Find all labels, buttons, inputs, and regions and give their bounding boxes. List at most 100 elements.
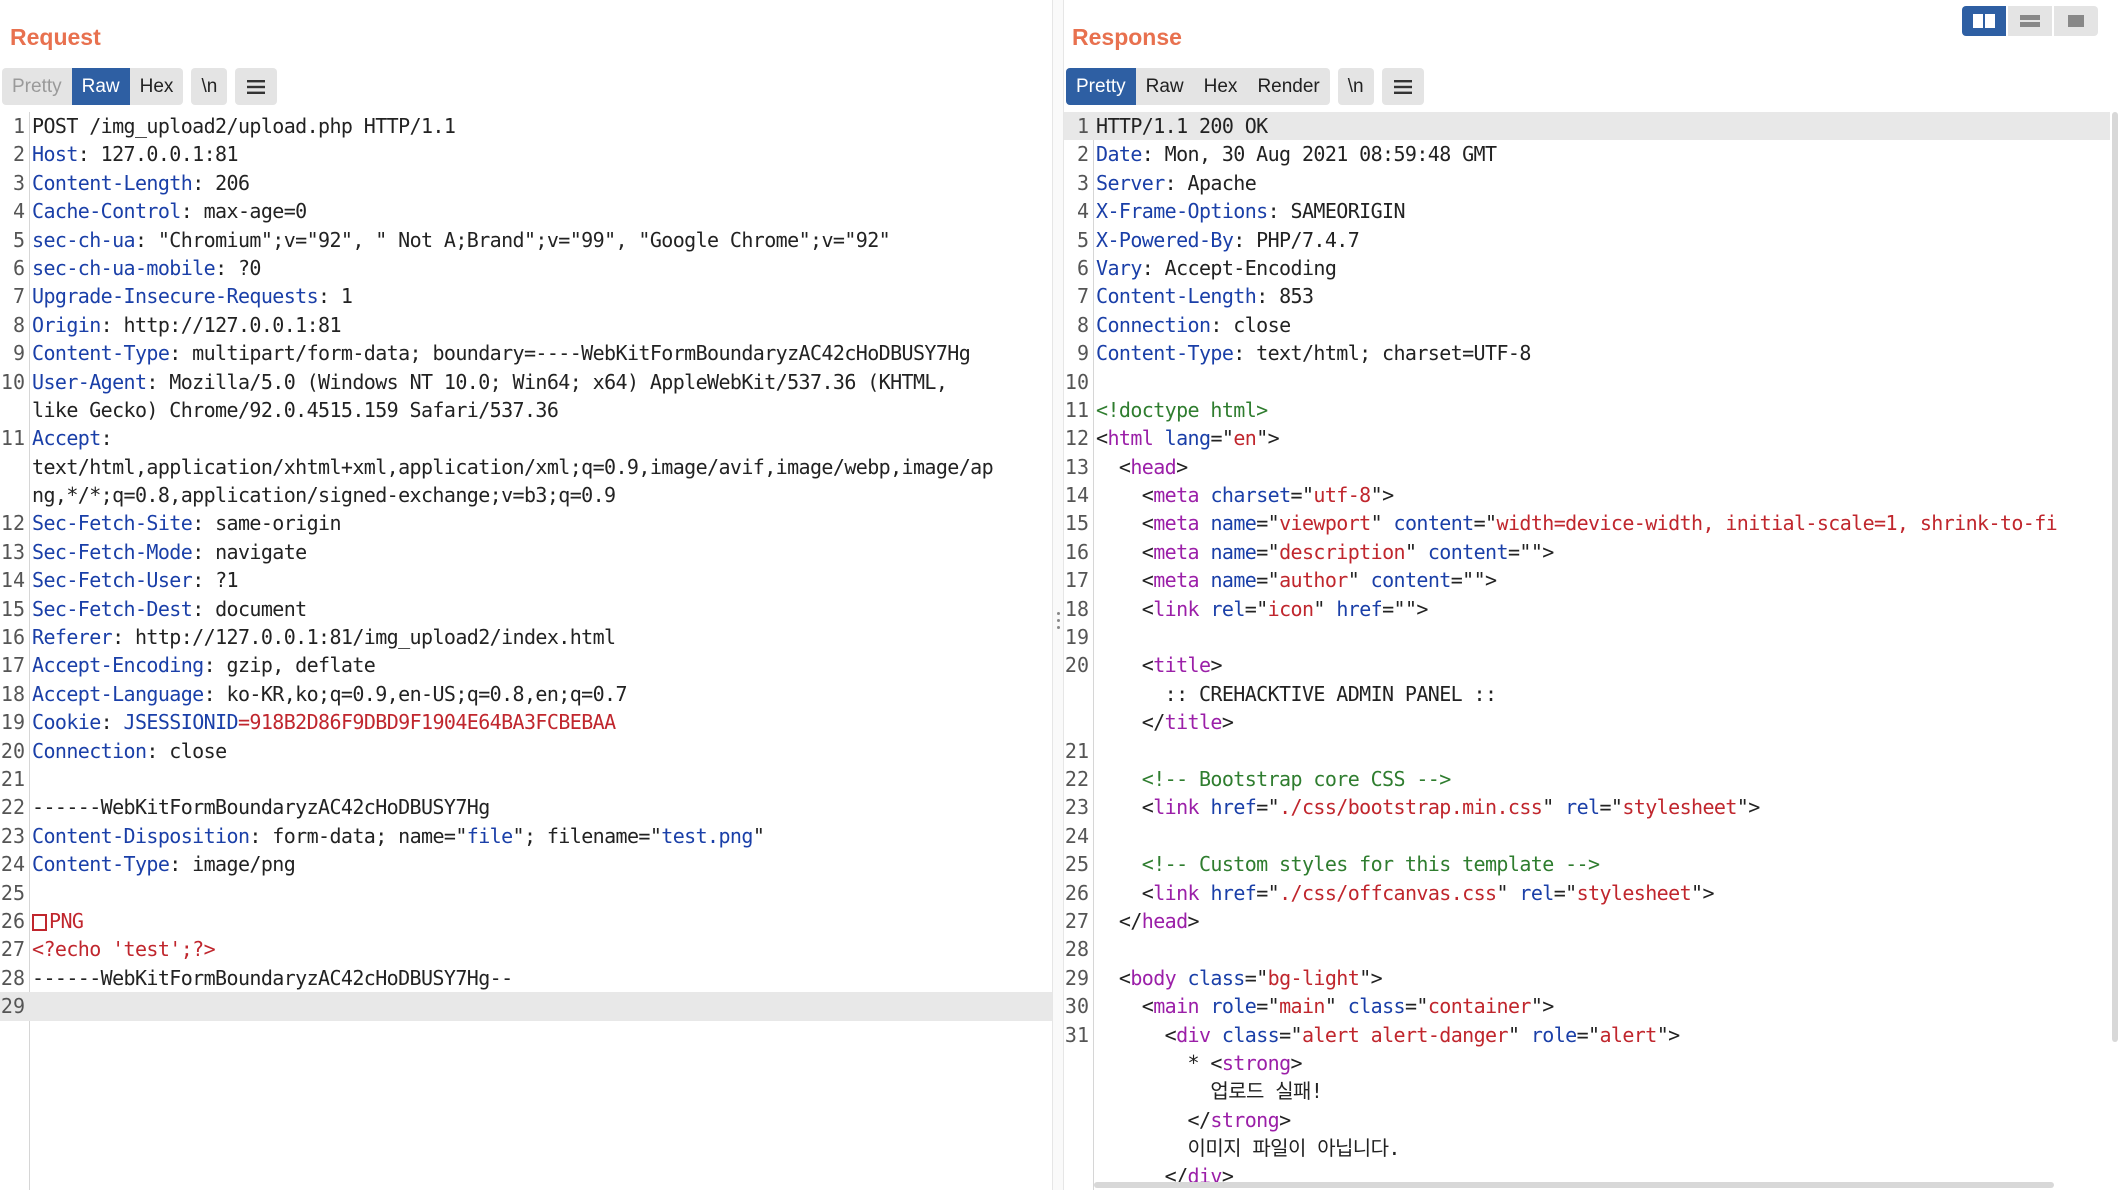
code-line[interactable]: 10 (1064, 368, 2120, 396)
code-line[interactable]: 18 Accept-Language: ko-KR,ko;q=0.9,en-US;… (0, 680, 1052, 708)
code-line[interactable]: like Gecko) Chrome/92.0.4515.159 Safari/… (0, 396, 1052, 424)
code-line[interactable]: 12 <html lang="en"> (1064, 424, 2120, 452)
code-line[interactable]: 21 (1064, 737, 2120, 765)
code-line[interactable]: 4 X-Frame-Options: SAMEORIGIN (1064, 197, 2120, 225)
code-line[interactable]: 20 Connection: close (0, 737, 1052, 765)
code-line[interactable]: 19 (1064, 623, 2120, 651)
code-line[interactable]: 17 Accept-Encoding: gzip, deflate (0, 651, 1052, 679)
code-line[interactable]: 10 User-Agent: Mozilla/5.0 (Windows NT 10… (0, 368, 1052, 396)
code-line[interactable]: 3 Server: Apache (1064, 169, 2120, 197)
code-line[interactable]: 8 Origin: http://127.0.0.1:81 (0, 311, 1052, 339)
code-text: Accept-Language: ko-KR,ko;q=0.9,en-US;q=… (32, 680, 1052, 708)
split-horizontal-icon[interactable] (1962, 6, 2006, 36)
code-line[interactable]: 1 POST /img_upload2/upload.php HTTP/1.1 (0, 112, 1052, 140)
response-horizontal-scrollbar[interactable] (1094, 1182, 2110, 1190)
code-line[interactable]: ng,*/*;q=0.8,application/signed-exchange… (0, 481, 1052, 509)
single-pane-icon[interactable] (2054, 6, 2098, 36)
code-line[interactable]: 20 <title> (1064, 651, 2120, 679)
newline-toggle-button[interactable]: \n (1338, 68, 1374, 105)
code-token: =" (1599, 795, 1623, 820)
code-line[interactable]: 6 sec-ch-ua-mobile: ?0 (0, 254, 1052, 282)
line-number: 26 (1064, 880, 1089, 905)
code-line[interactable]: 22 ------WebKitFormBoundaryzAC42cHoDBUSY7… (0, 793, 1052, 821)
code-line[interactable]: 3 Content-Length: 206 (0, 169, 1052, 197)
code-line[interactable]: 29 (0, 992, 1052, 1021)
code-line[interactable]: 14 Sec-Fetch-User: ?1 (0, 566, 1052, 594)
code-line[interactable]: 16 <meta name="description" content=""> (1064, 538, 2120, 566)
code-token: > (1176, 454, 1188, 479)
tab-pretty[interactable]: Pretty (1066, 68, 1136, 105)
code-line[interactable]: 28 (1064, 935, 2120, 963)
response-editor[interactable]: 1 HTTP/1.1 200 OK 2 Date: Mon, 30 Aug 2021 … (1064, 112, 2120, 1190)
tab-raw[interactable]: Raw (1136, 68, 1194, 105)
newline-toggle-button[interactable]: \n (191, 68, 227, 105)
code-line[interactable]: 28 ------WebKitFormBoundaryzAC42cHoDBUSY7… (0, 964, 1052, 992)
code-line[interactable]: 14 <meta charset="utf-8"> (1064, 481, 2120, 509)
code-line[interactable]: 8 Connection: close (1064, 311, 2120, 339)
code-line[interactable]: 5 X-Powered-By: PHP/7.4.7 (1064, 226, 2120, 254)
code-line[interactable]: 23 <link href="./css/bootstrap.min.css" … (1064, 793, 2120, 821)
code-line[interactable]: 12 Sec-Fetch-Site: same-origin (0, 509, 1052, 537)
code-line[interactable]: 9 Content-Type: multipart/form-data; boun… (0, 339, 1052, 367)
code-line[interactable]: 13 <head> (1064, 453, 2120, 481)
code-line[interactable]: </title> (1064, 708, 2120, 736)
code-token: alert (1599, 1022, 1657, 1047)
tab-render[interactable]: Render (1247, 68, 1329, 105)
code-line[interactable]: 25 (0, 879, 1052, 907)
code-line[interactable]: 2 Host: 127.0.0.1:81 (0, 140, 1052, 168)
code-line[interactable]: 5 sec-ch-ua: "Chromium";v="92", " Not A;B… (0, 226, 1052, 254)
code-line[interactable]: 4 Cache-Control: max-age=0 (0, 197, 1052, 225)
code-line[interactable]: 27 </head> (1064, 907, 2120, 935)
code-line[interactable]: 7 Upgrade-Insecure-Requests: 1 (0, 282, 1052, 310)
code-line[interactable]: 24 Content-Type: image/png (0, 850, 1052, 878)
tab-raw[interactable]: Raw (71, 68, 130, 105)
code-line[interactable]: 29 <body class="bg-light"> (1064, 964, 2120, 992)
code-token: =" (1473, 511, 1497, 536)
code-line[interactable]: 1 HTTP/1.1 200 OK (1064, 112, 2120, 141)
code-token: role (1210, 994, 1257, 1019)
pane-splitter[interactable] (1052, 0, 1064, 1190)
code-line[interactable]: 24 (1064, 822, 2120, 850)
request-editor[interactable]: 1 POST /img_upload2/upload.php HTTP/1.1 2 H… (0, 112, 1052, 1190)
request-view-tabs: Pretty Raw Hex \n (2, 68, 278, 105)
code-line[interactable]: 업로드 실패! (1064, 1077, 2120, 1105)
code-line[interactable]: 18 <link rel="icon" href=""> (1064, 595, 2120, 623)
tab-hex[interactable]: Hex (1194, 68, 1248, 105)
code-line[interactable]: 7 Content-Length: 853 (1064, 282, 2120, 310)
menu-icon[interactable] (235, 68, 277, 105)
tab-hex[interactable]: Hex (130, 68, 184, 105)
code-line[interactable]: 19 Cookie: JSESSIONID=918B2D86F9DBD9F1904… (0, 708, 1052, 736)
code-line[interactable]: 31 <div class="alert alert-danger" role=… (1064, 1021, 2120, 1049)
code-line[interactable]: 21 (0, 765, 1052, 793)
code-line[interactable]: 15 Sec-Fetch-Dest: document (0, 595, 1052, 623)
code-line[interactable]: 11 <!doctype html> (1064, 396, 2120, 424)
code-line[interactable]: 27 <?echo 'test';?> (0, 935, 1052, 963)
code-line[interactable]: 26 <link href="./css/offcanvas.css" rel=… (1064, 879, 2120, 907)
code-text: Cookie: JSESSIONID=918B2D86F9DBD9F1904E6… (32, 708, 1052, 736)
response-vertical-scrollbar[interactable] (2110, 112, 2120, 1190)
code-line[interactable]: 26 □PNG (0, 907, 1052, 935)
code-line[interactable]: 이미지 파일이 아닙니다. (1064, 1134, 2120, 1162)
code-line[interactable]: * <strong> (1064, 1049, 2120, 1077)
code-line[interactable]: 30 <main role="main" class="container"> (1064, 992, 2120, 1020)
code-line[interactable]: text/html,application/xhtml+xml,applicat… (0, 453, 1052, 481)
code-line[interactable]: 9 Content-Type: text/html; charset=UTF-8 (1064, 339, 2120, 367)
code-line[interactable]: 16 Referer: http://127.0.0.1:81/img_uploa… (0, 623, 1052, 651)
code-line[interactable]: </strong> (1064, 1106, 2120, 1134)
code-line[interactable]: 11 Accept: (0, 424, 1052, 452)
code-line[interactable]: 2 Date: Mon, 30 Aug 2021 08:59:48 GMT (1064, 140, 2120, 168)
drag-handle-icon[interactable] (1057, 612, 1061, 634)
code-line[interactable]: 22 <!-- Bootstrap core CSS --> (1064, 765, 2120, 793)
code-line[interactable]: 17 <meta name="author" content=""> (1064, 566, 2120, 594)
code-line[interactable]: 6 Vary: Accept-Encoding (1064, 254, 2120, 282)
split-vertical-icon[interactable] (2008, 6, 2052, 36)
tab-pretty[interactable]: Pretty (2, 68, 72, 105)
code-token: content (1427, 539, 1509, 564)
code-line[interactable]: 13 Sec-Fetch-Mode: navigate (0, 538, 1052, 566)
menu-icon[interactable] (1382, 68, 1424, 105)
code-line[interactable]: 15 <meta name="viewport" content="width=… (1064, 509, 2120, 537)
code-line[interactable]: 25 <!-- Custom styles for this template … (1064, 850, 2120, 878)
code-line[interactable]: :: CREHACKTIVE ADMIN PANEL :: (1064, 680, 2120, 708)
code-token: Content-Length (32, 170, 193, 195)
code-line[interactable]: 23 Content-Disposition: form-data; name="… (0, 822, 1052, 850)
